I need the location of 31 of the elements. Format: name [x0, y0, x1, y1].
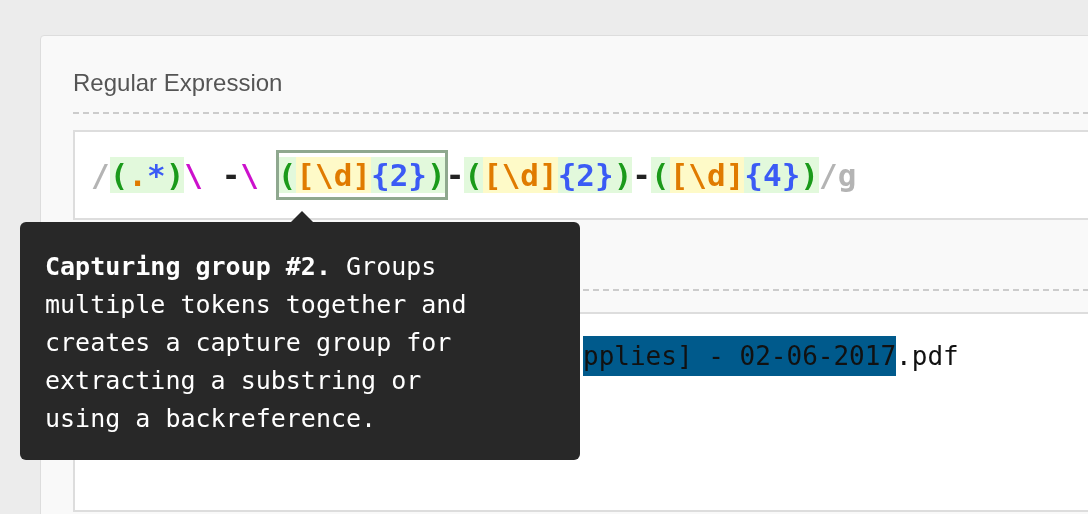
section-heading: Regular Expression — [73, 68, 283, 98]
regex-token: . — [128, 156, 147, 193]
capture-group[interactable]: (.*) — [109, 151, 185, 199]
regex-token: {2} — [557, 156, 614, 193]
regex-token: [\d] — [296, 156, 371, 193]
regex-token: ) — [613, 156, 633, 193]
capture-group[interactable]: ([\d]{2}) — [277, 151, 446, 199]
regex-token: [\d] — [483, 156, 558, 193]
regex-token: - — [632, 155, 652, 195]
regex-token: {4} — [744, 156, 801, 193]
regex-token: /g — [819, 155, 857, 195]
regex-token: - — [221, 155, 241, 195]
regex-token: ( — [109, 156, 129, 193]
capture-group[interactable]: ([\d]{4}) — [651, 151, 820, 199]
regex-token: / — [91, 155, 110, 195]
match-highlight: pplies] - 02-06-2017 — [583, 336, 897, 376]
regex-token: ) — [427, 156, 446, 193]
regex-token: ) — [800, 156, 820, 193]
regex-token: * — [147, 156, 166, 193]
regex-token: ( — [277, 156, 297, 193]
regex-token: ( — [464, 156, 484, 193]
capture-group[interactable]: ([\d]{2}) — [464, 151, 633, 199]
regex-field[interactable]: /(.*)\ -\ ([\d]{2})-([\d]{2})-([\d]{4})/g — [73, 130, 1088, 220]
regex-token: \ — [240, 155, 261, 195]
test-text: .pdf — [896, 340, 959, 373]
regex-token: \ — [184, 155, 205, 195]
regex-token: ( — [651, 156, 670, 193]
regex-token: ) — [165, 156, 185, 193]
regex-token: - — [445, 155, 465, 195]
regex-token: {2} — [371, 156, 427, 193]
regex-token: [\d] — [669, 156, 745, 193]
